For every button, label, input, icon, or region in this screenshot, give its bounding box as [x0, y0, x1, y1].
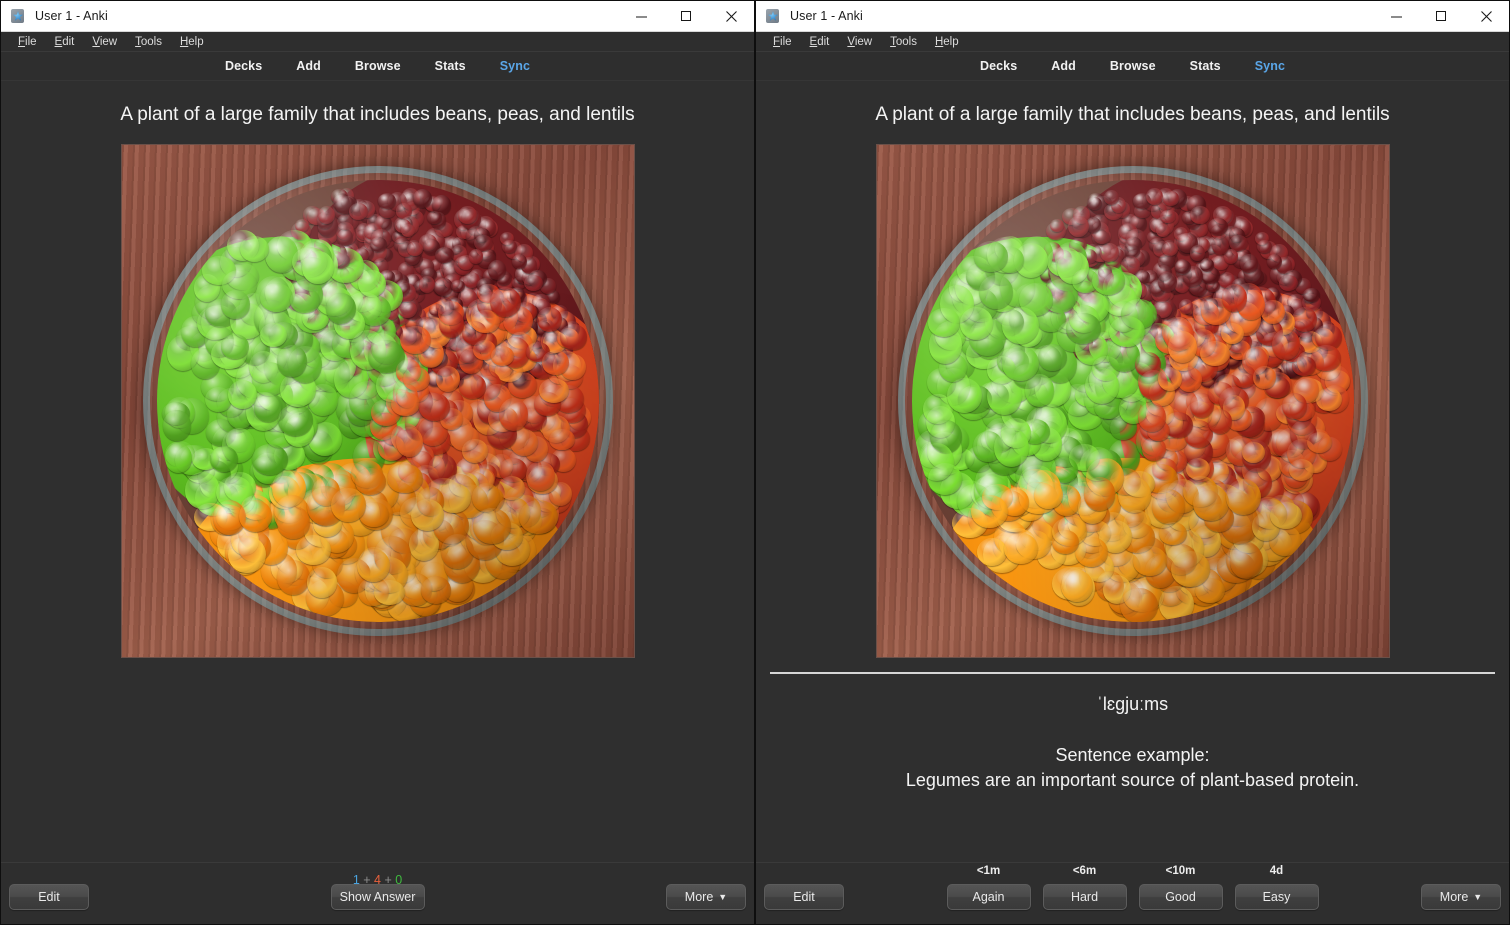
titlebar-front[interactable]: User 1 - Anki: [1, 1, 754, 32]
interval-again: <1m: [976, 865, 1001, 877]
nav-decks[interactable]: Decks: [225, 59, 262, 73]
sentence-example-text: Legumes are an important source of plant…: [905, 770, 1360, 791]
glass-bowl-back: [897, 165, 1368, 636]
legumes-photo-back: [875, 143, 1390, 658]
again-button[interactable]: Again: [946, 884, 1031, 910]
menu-item-edit[interactable]: Edit: [46, 32, 84, 52]
sentence-example-heading: Sentence example:: [1055, 744, 1210, 765]
card-question-text: A plant of a large family that includes …: [120, 104, 635, 125]
nav-add-back[interactable]: Add: [1051, 59, 1076, 73]
menu-item-file-back[interactable]: File: [764, 32, 801, 52]
close-icon-back[interactable]: [1464, 1, 1509, 32]
menu-item-edit-back[interactable]: Edit: [801, 32, 839, 52]
menubar-back: File Edit View Tools Help: [756, 32, 1509, 52]
nav-stats-back[interactable]: Stats: [1190, 59, 1221, 73]
card-area-back: A plant of a large family that includes …: [756, 81, 1509, 862]
menu-item-view[interactable]: View: [83, 32, 126, 52]
menu-item-tools-back[interactable]: Tools: [881, 32, 926, 52]
nav-stats[interactable]: Stats: [435, 59, 466, 73]
chevron-down-icon-front: ▼: [718, 891, 728, 902]
bottombar-front: 1 + 4 + 0 Edit Show Answer More ▼: [1, 862, 754, 924]
ease-col-again: <1m Again: [946, 864, 1031, 910]
card-question-text-back: A plant of a large family that includes …: [875, 104, 1390, 125]
nav-sync[interactable]: Sync: [500, 59, 530, 73]
more-button-front[interactable]: More ▼: [666, 884, 746, 910]
anki-app-icon: [10, 8, 26, 24]
maximize-icon[interactable]: [664, 1, 709, 32]
ease-col-easy: 4d Easy: [1234, 864, 1319, 910]
anki-app-icon-back: [765, 8, 781, 24]
desktop: User 1 - Anki File Edit View Tools Help: [0, 0, 1510, 925]
menu-item-view-back[interactable]: View: [838, 32, 881, 52]
show-answer-button[interactable]: Show Answer: [330, 884, 425, 910]
window-title-back: User 1 - Anki: [790, 9, 863, 23]
ipa-transcription: ˈlɛɡjuːms: [1096, 693, 1169, 714]
bottombar-back: Edit <1m Again <6m Hard <10m Good 4d Eas…: [756, 862, 1509, 924]
ease-col-hard: <6m Hard: [1042, 864, 1127, 910]
answer-divider: [770, 671, 1495, 674]
chevron-down-icon-back: ▼: [1473, 891, 1483, 902]
more-label-front: More: [684, 890, 714, 904]
answer-block: ˈlɛɡjuːms Sentence example: Legumes are …: [756, 668, 1509, 794]
anki-window-front: User 1 - Anki File Edit View Tools Help: [0, 0, 755, 925]
card-image-wrap: [120, 143, 635, 658]
legumes-photo: [120, 143, 635, 658]
menubar-front: File Edit View Tools Help: [1, 32, 754, 52]
minimize-icon[interactable]: [619, 1, 664, 32]
interval-good: <10m: [1165, 865, 1196, 877]
maximize-icon-back[interactable]: [1419, 1, 1464, 32]
nav-sync-back[interactable]: Sync: [1255, 59, 1285, 73]
menu-item-help-back[interactable]: Help: [926, 32, 968, 52]
menu-item-tools[interactable]: Tools: [126, 32, 171, 52]
hard-button[interactable]: Hard: [1042, 884, 1127, 910]
menu-item-help[interactable]: Help: [171, 32, 213, 52]
more-button-back[interactable]: More ▼: [1421, 884, 1501, 910]
minimize-icon-back[interactable]: [1374, 1, 1419, 32]
navbar-back: Decks Add Browse Stats Sync: [756, 52, 1509, 81]
ease-col-good: <10m Good: [1138, 864, 1223, 910]
interval-hard: <6m: [1072, 865, 1097, 877]
titlebar-back[interactable]: User 1 - Anki: [756, 1, 1509, 32]
edit-button-front[interactable]: Edit: [9, 884, 89, 910]
interval-easy: 4d: [1269, 865, 1284, 877]
card-image-wrap-back: [875, 143, 1390, 658]
nav-decks-back[interactable]: Decks: [980, 59, 1017, 73]
ease-buttons-group: <1m Again <6m Hard <10m Good 4d Easy: [946, 864, 1319, 910]
more-label-back: More: [1439, 890, 1469, 904]
menu-item-file[interactable]: File: [9, 32, 46, 52]
nav-browse-back[interactable]: Browse: [1110, 59, 1156, 73]
window-title: User 1 - Anki: [35, 9, 108, 23]
nav-add[interactable]: Add: [296, 59, 321, 73]
easy-button[interactable]: Easy: [1234, 884, 1319, 910]
navbar-front: Decks Add Browse Stats Sync: [1, 52, 754, 81]
close-icon[interactable]: [709, 1, 754, 32]
card-area-front: A plant of a large family that includes …: [1, 81, 754, 862]
glass-bowl: [142, 165, 613, 636]
nav-browse[interactable]: Browse: [355, 59, 401, 73]
edit-button-back[interactable]: Edit: [764, 884, 844, 910]
answer-sentence-block: Sentence example: Legumes are an importa…: [770, 743, 1495, 794]
anki-window-back: User 1 - Anki File Edit View Tools Help: [755, 0, 1510, 925]
good-button[interactable]: Good: [1138, 884, 1223, 910]
